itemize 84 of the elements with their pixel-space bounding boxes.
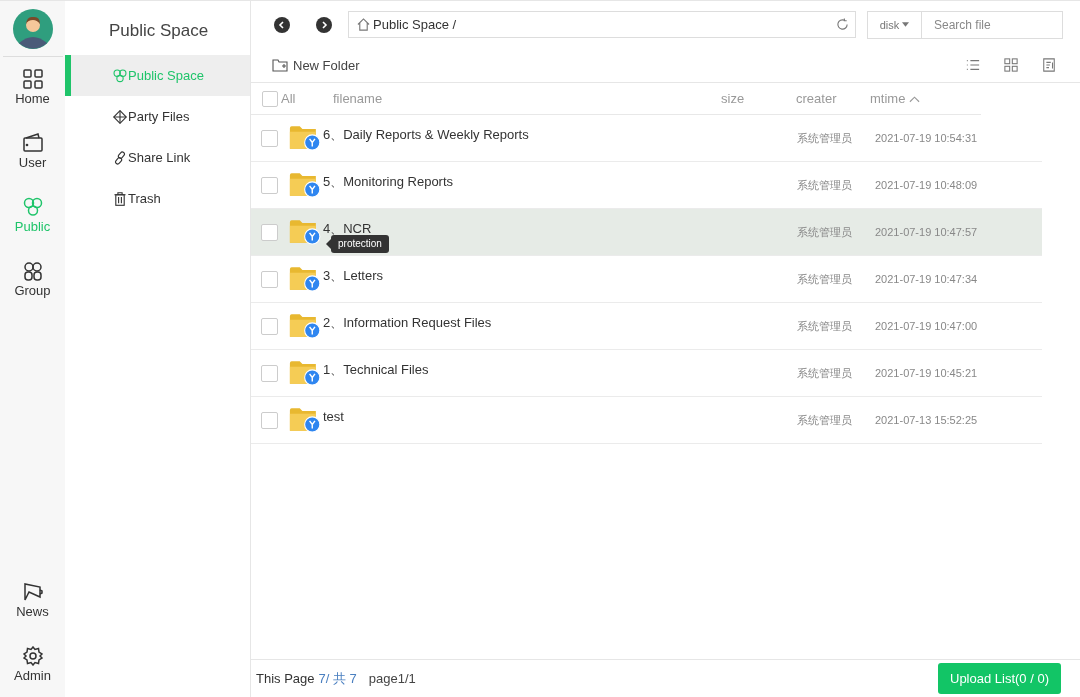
group-icon: [22, 261, 43, 281]
new-folder-button[interactable]: New Folder: [272, 57, 360, 73]
mtime-cell: 2021-07-19 10:54:31: [875, 132, 978, 144]
select-all-checkbox[interactable]: [262, 90, 278, 107]
shared-folder-icon: [289, 218, 323, 246]
link-icon: [113, 150, 127, 165]
list-view-icon[interactable]: [966, 58, 980, 72]
add-folder-icon: [272, 58, 288, 72]
row-checkbox[interactable]: [261, 129, 278, 147]
sort-icon[interactable]: [1042, 58, 1056, 72]
nav-item[interactable]: Home: [2, 63, 63, 112]
mtime-cell: 2021-07-19 10:47:00: [875, 320, 978, 332]
row-checkbox[interactable]: [261, 317, 278, 335]
file-row[interactable]: 2、Information Request Files 系统管理员 2021-07-19 10:47:00: [251, 303, 1042, 350]
rings-icon: [113, 68, 127, 83]
mtime-cell: 2021-07-19 10:45:21: [875, 367, 978, 379]
page-count-label: This Page: [256, 671, 315, 686]
megaphone-icon: [22, 582, 43, 602]
refresh-icon[interactable]: [836, 18, 849, 31]
sidebar-item[interactable]: Party Files: [65, 96, 250, 137]
row-checkbox[interactable]: [261, 364, 278, 382]
cube-icon: [113, 109, 127, 124]
creator-cell-text: 系统管理员: [797, 412, 853, 428]
sidebar-item[interactable]: Trash: [65, 178, 250, 219]
file-name[interactable]: 5、Monitoring Reports: [323, 172, 797, 191]
file-name[interactable]: 2、Information Request Files: [323, 313, 797, 332]
mtime-cell: 2021-07-19 10:47:57: [875, 226, 978, 238]
row-checkbox[interactable]: [261, 223, 278, 241]
mtime-cell: 2021-07-19 10:47:34: [875, 273, 978, 285]
row-checkbox[interactable]: [261, 411, 278, 429]
file-name[interactable]: 3、Letters: [323, 266, 797, 285]
settings-icon: [22, 646, 43, 666]
creator-cell-text: 系统管理员: [797, 177, 853, 193]
file-row[interactable]: 1、Technical Files 系统管理员 2021-07-19 10:45:21: [251, 350, 1042, 397]
wallet-icon: [22, 133, 43, 153]
file-row[interactable]: 6、Daily Reports & Weekly Reports 系统管理员 2021-07-19 10:54:31: [251, 115, 1042, 162]
file-row[interactable]: 4、NCR 系统管理员 2021-07-19 10:47:57 protection: [251, 209, 1042, 256]
back-button[interactable]: [274, 16, 290, 33]
nav-item[interactable]: User: [2, 127, 63, 176]
row-checkbox[interactable]: [261, 270, 278, 288]
file-name[interactable]: 1、Technical Files: [323, 360, 797, 379]
shared-folder-icon: [289, 171, 323, 199]
column-header: All: [281, 91, 297, 106]
chevron-left-icon: [277, 19, 287, 30]
sort-up-icon[interactable]: [909, 94, 921, 103]
tooltip-pointer-icon: [326, 239, 331, 249]
path-bar[interactable]: Public Space /: [348, 11, 856, 38]
home-icon: [357, 18, 370, 31]
tooltip: protection: [326, 235, 389, 253]
forward-button[interactable]: [316, 16, 332, 33]
item-count: 7/ 共 7: [318, 669, 357, 688]
shared-folder-icon: [289, 265, 323, 293]
page-indicator: page1/1: [368, 671, 416, 686]
shared-folder-icon: [289, 124, 323, 152]
creator-cell-text: 系统管理员: [797, 224, 853, 240]
creator-cell-text: 系统管理员: [797, 318, 853, 334]
file-row[interactable]: 3、Letters 系统管理员 2021-07-19 10:47:34: [251, 256, 1042, 303]
nav-item[interactable]: Admin: [2, 640, 63, 689]
grid-icon: [22, 69, 43, 89]
trash-icon: [113, 191, 127, 206]
file-name[interactable]: test: [323, 409, 797, 424]
chevron-right-icon: [319, 19, 329, 30]
file-row[interactable]: test 系统管理员 2021-07-13 15:52:25: [251, 397, 1042, 444]
shared-folder-icon: [289, 406, 323, 434]
file-name[interactable]: 4、NCR: [323, 219, 797, 238]
nav-item[interactable]: News: [2, 576, 63, 625]
mtime-cell: 2021-07-13 15:52:25: [875, 414, 978, 426]
sidebar-item[interactable]: Share Link: [65, 137, 250, 178]
creator-cell-text: 系统管理员: [797, 130, 853, 146]
avatar-icon[interactable]: [12, 9, 53, 49]
caret-icon: [902, 22, 910, 27]
creator-cell-text: 系统管理员: [797, 365, 853, 381]
grid-view-icon[interactable]: [1004, 58, 1018, 72]
mtime-cell: 2021-07-19 10:48:09: [875, 179, 978, 191]
shared-folder-icon: [289, 359, 323, 387]
creator-cell-text: 系统管理员: [797, 271, 853, 287]
shared-folder-icon: [289, 312, 323, 340]
rings-icon: [22, 197, 43, 217]
search-field[interactable]: Search file: [921, 10, 1063, 39]
disk-dropdown[interactable]: disk: [867, 10, 921, 39]
row-checkbox[interactable]: [261, 176, 278, 194]
sidebar-title: Public Space: [108, 20, 210, 42]
nav-item[interactable]: Group: [2, 255, 63, 304]
file-name[interactable]: 6、Daily Reports & Weekly Reports: [323, 125, 797, 144]
